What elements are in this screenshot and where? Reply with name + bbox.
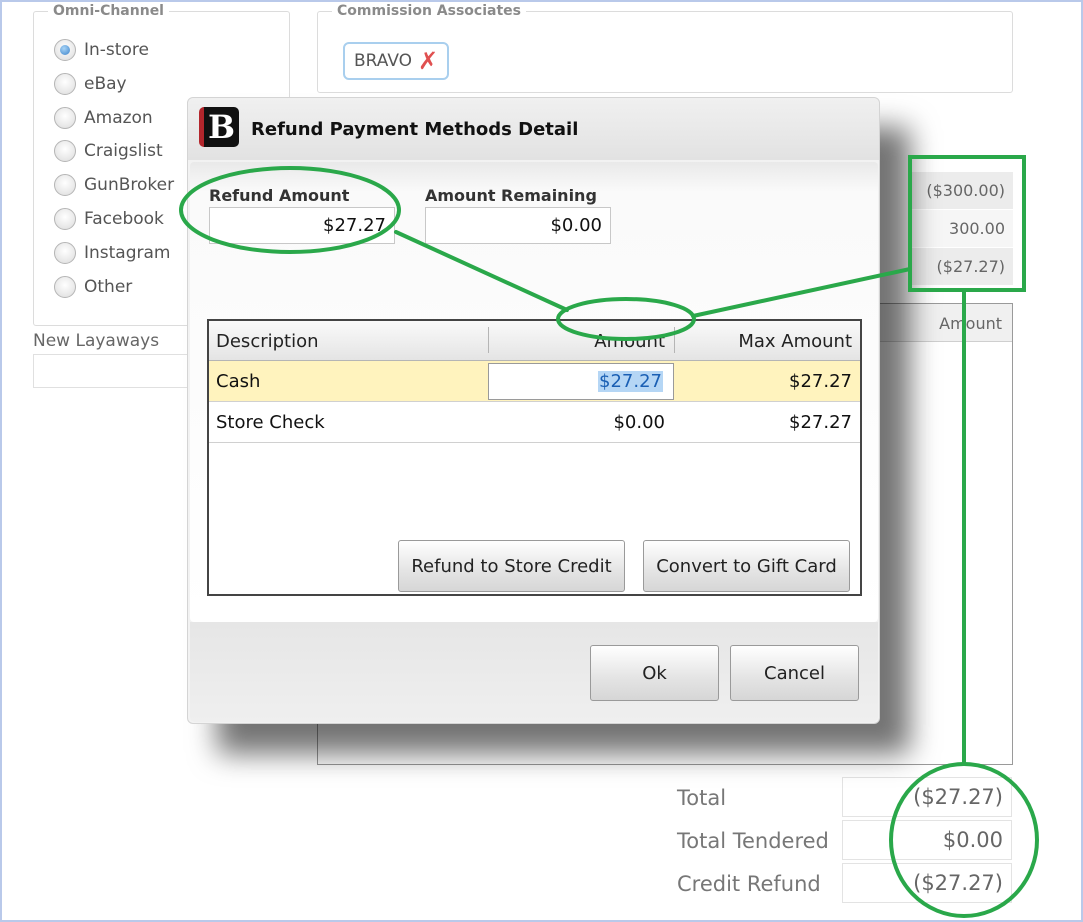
dialog-header: B Refund Payment Methods Detail <box>188 98 879 160</box>
ok-button[interactable]: Ok <box>590 645 719 701</box>
total-value: ($27.27) <box>842 777 1012 817</box>
omni-channel-title: Omni-Channel <box>48 3 169 19</box>
radio-button[interactable] <box>54 73 76 95</box>
radio-facebook[interactable]: Facebook <box>54 206 164 232</box>
radio-craigslist[interactable]: Craigslist <box>54 138 163 164</box>
commission-associates-title: Commission Associates <box>332 3 526 19</box>
amount-remaining-field: $0.00 <box>425 207 611 244</box>
background-amount: ($300.00) <box>911 172 1013 210</box>
associate-chip[interactable]: BRAVO ✗ <box>343 42 449 80</box>
radio-label: GunBroker <box>84 175 175 195</box>
column-divider[interactable] <box>488 327 489 353</box>
credit-refund-label: Credit Refund <box>677 872 821 896</box>
associate-name: BRAVO <box>354 51 413 71</box>
convert-to-gift-card-button[interactable]: Convert to Gift Card <box>643 540 850 592</box>
app-logo-icon: B <box>199 107 239 147</box>
dialog-title: Refund Payment Methods Detail <box>251 119 579 140</box>
radio-button[interactable] <box>54 242 76 264</box>
total-tendered-value: $0.00 <box>842 820 1012 860</box>
radio-in-store[interactable]: In-store <box>54 37 149 63</box>
dialog-body: Refund Amount $27.27 Amount Remaining $0… <box>190 162 878 622</box>
amount-column-header: Amount <box>939 314 1002 333</box>
refund-to-store-credit-button[interactable]: Refund to Store Credit <box>398 540 625 592</box>
amount-remaining-label: Amount Remaining <box>425 186 597 205</box>
row-amount[interactable]: $0.00 <box>613 412 665 433</box>
row-max-amount: $27.27 <box>789 371 852 392</box>
radio-label: Craigslist <box>84 141 163 161</box>
background-amount: ($27.27) <box>911 248 1013 286</box>
refund-amount-label: Refund Amount <box>209 186 350 205</box>
dialog-footer: Ok Cancel <box>190 622 878 722</box>
background-amount: 300.00 <box>911 210 1013 248</box>
table-row[interactable]: Store Check $0.00 $27.27 <box>209 402 860 443</box>
credit-refund-value: ($27.27) <box>842 863 1012 903</box>
table-header: Description Amount Max Amount <box>209 321 860 361</box>
new-layaways-label: New Layaways <box>33 331 160 351</box>
total-label: Total <box>677 786 727 810</box>
max-amount-column-header[interactable]: Max Amount <box>738 331 852 352</box>
new-layaways-list[interactable] <box>33 354 193 388</box>
radio-amazon[interactable]: Amazon <box>54 105 153 131</box>
table-row[interactable]: Cash $27.27 $27.27 <box>209 361 860 402</box>
radio-label: Facebook <box>84 209 164 229</box>
cancel-button[interactable]: Cancel <box>730 645 859 701</box>
radio-button[interactable] <box>54 140 76 162</box>
column-divider[interactable] <box>674 327 675 353</box>
radio-instagram[interactable]: Instagram <box>54 240 171 266</box>
description-column-header[interactable]: Description <box>216 331 319 352</box>
radio-ebay[interactable]: eBay <box>54 71 127 97</box>
cash-amount-input[interactable]: $27.27 <box>488 363 674 400</box>
radio-button[interactable] <box>54 39 76 61</box>
radio-button[interactable] <box>54 208 76 230</box>
radio-other[interactable]: Other <box>54 274 132 300</box>
radio-button[interactable] <box>54 174 76 196</box>
radio-gunbroker[interactable]: GunBroker <box>54 172 174 198</box>
amount-column-header[interactable]: Amount <box>594 331 665 352</box>
radio-label: eBay <box>84 74 127 94</box>
row-max-amount: $27.27 <box>789 412 852 433</box>
refund-amount-field[interactable]: $27.27 <box>209 207 395 244</box>
row-description: Cash <box>216 371 261 392</box>
remove-icon[interactable]: ✗ <box>418 49 438 73</box>
radio-label: Amazon <box>84 108 153 128</box>
total-tendered-label: Total Tendered <box>677 829 829 853</box>
commission-associates-group: Commission Associates BRAVO ✗ <box>317 3 1013 93</box>
row-description: Store Check <box>216 412 325 433</box>
refund-payment-methods-dialog: B Refund Payment Methods Detail Refund A… <box>187 97 880 724</box>
radio-label: In-store <box>84 40 149 60</box>
radio-label: Instagram <box>84 243 171 263</box>
radio-button[interactable] <box>54 276 76 298</box>
radio-label: Other <box>84 277 133 297</box>
radio-button[interactable] <box>54 107 76 129</box>
selected-amount-text: $27.27 <box>598 371 663 392</box>
